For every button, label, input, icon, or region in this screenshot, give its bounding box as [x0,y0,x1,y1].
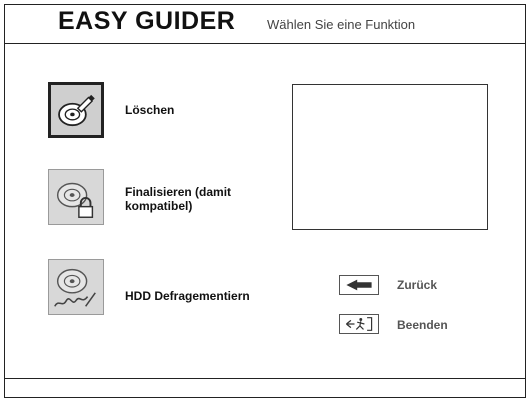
finalize-button[interactable] [48,169,104,225]
page-instruction: Wählen Sie eine Funktion [267,17,416,32]
footer-divider [5,378,525,379]
back-arrow-icon [346,279,372,291]
erase-button[interactable] [48,82,104,138]
header-divider [5,43,525,44]
finalize-label-line2: kompatibel) [125,199,193,213]
disc-erase-icon [58,94,95,127]
finalize-label-line1: Finalisieren (damit [125,185,232,199]
exit-icon [346,317,373,331]
hdd-defrag-label: HDD Defragementiern [125,289,250,303]
hdd-defrag-button[interactable] [48,259,104,315]
erase-label: Löschen [125,103,175,117]
exit-label: Beenden [397,318,448,332]
preview-panel [292,84,488,230]
disc-lock-icon [56,182,94,218]
app-title: EASY GUIDER [58,7,236,35]
exit-button[interactable] [339,314,379,334]
back-button[interactable] [339,275,379,295]
back-label: Zurück [397,278,438,292]
disc-defrag-icon [54,268,96,307]
